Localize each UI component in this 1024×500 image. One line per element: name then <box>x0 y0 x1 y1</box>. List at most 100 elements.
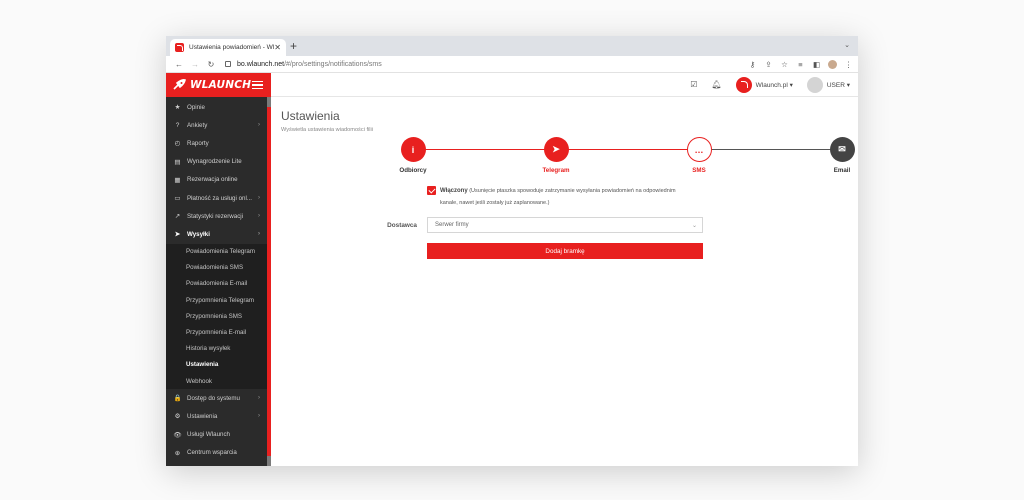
chevron-right-icon: › <box>258 213 260 220</box>
menu-icon[interactable]: ⋮ <box>844 60 853 69</box>
playlist-icon[interactable]: ≡ <box>796 60 805 69</box>
chevron-right-icon: › <box>258 195 260 202</box>
enabled-checkbox[interactable] <box>427 186 436 195</box>
sidebar-item-opinie[interactable]: ★ Opinie <box>166 98 267 116</box>
submenu-item-powiadomienia-e-mail[interactable]: Powiadomienia E-mail <box>166 276 267 292</box>
submenu-item-powiadomienia-sms[interactable]: Powiadomienia SMS <box>166 260 267 276</box>
step-label: Odbiorcy <box>399 167 427 174</box>
company-logo-icon <box>735 76 752 93</box>
hamburger-icon[interactable] <box>252 80 263 90</box>
step-sms[interactable]: … SMS <box>669 137 729 174</box>
sidebar-item-ankiety[interactable]: ? Ankiety › <box>166 116 267 134</box>
email-step-icon: ✉ <box>829 137 855 162</box>
sidebar-item-label: Płatność za usługi onl... <box>187 194 253 202</box>
tab-close-icon[interactable]: ✕ <box>274 43 281 52</box>
dostep-do-systemu-icon: 🔒 <box>173 395 182 403</box>
step-label: Email <box>833 167 851 174</box>
url-path: /#/pro/settings/notifications/sms <box>284 60 382 68</box>
sidebar-item-label: Wysyłki <box>187 230 210 238</box>
ankiety-icon: ? <box>175 121 180 129</box>
chevron-right-icon: › <box>258 231 260 238</box>
sidebar-item-statystyki-rezerwacji[interactable]: ↗ Statystyki rezerwacji › <box>166 207 267 225</box>
brand-logo[interactable]: WLAUNCH <box>190 79 251 91</box>
lock-icon <box>225 61 231 67</box>
sidebar-item-label: Rezerwacja online <box>187 176 238 184</box>
tasks-check-icon[interactable]: ☑ <box>690 80 697 89</box>
submenu-item-przypomnienia-telegram[interactable]: Przypomnienia Telegram <box>166 292 267 308</box>
sidebar: WLAUNCH ★ Opinie? Ankiety › ◴ Raporty ▤ Wynagro… <box>166 73 271 466</box>
odbiorcy-step-icon: i <box>400 137 426 162</box>
sidebar-item-label: Centrum wsparcia <box>187 449 237 457</box>
user-name: USER ▾ <box>826 81 850 89</box>
page-background: Ustawienia powiadomień - Wla ✕ + ⌄ ← → ↻… <box>0 0 1024 500</box>
sidebar-item-platnosc-za-uslugi-onl[interactable]: ▭ Płatność za usługi onl... › <box>166 189 267 207</box>
user-menu[interactable]: USER ▾ <box>806 76 850 93</box>
step-label: SMS <box>692 167 706 174</box>
statystyki-rezerwacji-icon: ↗ <box>174 213 181 221</box>
url-host: bo.wlaunch.net <box>237 60 285 68</box>
submenu-item-historia-wysylek[interactable]: Historia wysyłek <box>166 341 267 357</box>
uslugi-wlaunch-icon: 👁 <box>173 431 182 439</box>
submenu-item-przypomnienia-e-mail[interactable]: Przypomnienia E-mail <box>166 324 267 340</box>
sidebar-item-centrum-wsparcia[interactable]: ⊕ Centrum wsparcia <box>166 444 267 462</box>
favicon-icon <box>175 43 184 52</box>
share-icon[interactable]: ⇪ <box>764 60 773 69</box>
provider-select[interactable]: Serwer firmy ⌄ <box>427 217 703 233</box>
step-odbiorcy[interactable]: i Odbiorcy <box>383 137 443 174</box>
sidebar-item-ustawienia[interactable]: ⚙ Ustawienia › <box>166 407 267 425</box>
browser-tab[interactable]: Ustawienia powiadomień - Wla ✕ <box>170 39 286 56</box>
sidebar-item-label: Ustawienia <box>187 412 218 420</box>
browser-window: Ustawienia powiadomień - Wla ✕ + ⌄ ← → ↻… <box>166 36 858 466</box>
submenu-item-webhook[interactable]: Webhook <box>166 373 267 389</box>
enabled-label: Włączony <box>440 188 468 194</box>
reload-button[interactable]: ↻ <box>203 60 219 69</box>
step-label: Telegram <box>542 167 570 174</box>
back-button[interactable]: ← <box>171 60 187 69</box>
page-title: Ustawienia <box>281 109 340 123</box>
platnosc-za-uslugi-onl-icon: ▭ <box>174 195 181 203</box>
new-tab-button[interactable]: + <box>290 39 297 53</box>
sidebar-item-uslugi-wlaunch[interactable]: 👁 Usługi Wlaunch <box>166 426 267 444</box>
star-icon[interactable]: ☆ <box>780 60 789 69</box>
sidebar-item-label: Statystyki rezerwacji <box>187 212 244 220</box>
centrum-wsparcia-icon: ⊕ <box>174 449 181 457</box>
raporty-icon: ◴ <box>174 140 181 148</box>
sidebar-item-raporty[interactable]: ◴ Raporty <box>166 134 267 152</box>
profile-avatar[interactable] <box>828 59 837 69</box>
company-switcher[interactable]: Wlaunch.pl ▾ <box>735 76 793 93</box>
enabled-note-1: (Usunięcie ptaszka spowoduje zatrzymanie… <box>469 188 676 194</box>
sms-step-icon: … <box>686 137 712 162</box>
sidebar-item-rezerwacja-online[interactable]: ▦ Rezerwacja online <box>166 171 267 189</box>
main-content: Ustawienia Wyświetla ustawienia wiadomoś… <box>271 98 858 466</box>
forward-button[interactable]: → <box>187 60 203 69</box>
provider-value: Serwer firmy <box>435 222 469 228</box>
stepper: i Odbiorcy ➤ Telegram … SMS ✉ Email <box>271 137 858 182</box>
chevron-down-icon: ⌄ <box>691 222 697 229</box>
chevron-right-icon: › <box>258 413 260 420</box>
app-topbar: ☑ 🔔︎ Wlaunch.pl ▾ USER ▾ <box>271 73 858 97</box>
address-bar[interactable]: bo.wlaunch.net/#/pro/settings/notificati… <box>219 58 748 71</box>
sidebar-item-wynagrodzenie-lite[interactable]: ▤ Wynagrodzenie Lite <box>166 153 267 171</box>
submenu-item-powiadomienia-telegram[interactable]: Powiadomienia Telegram <box>166 244 267 260</box>
step-email[interactable]: ✉ Email <box>812 137 858 174</box>
app: WLAUNCH ★ Opinie? Ankiety › ◴ Raporty ▤ Wynagro… <box>166 73 858 466</box>
tab-search-icon[interactable]: ⌄ <box>844 41 850 49</box>
sidebar-item-label: Usługi Wlaunch <box>187 431 230 439</box>
submenu-item-przypomnienia-sms[interactable]: Przypomnienia SMS <box>166 308 267 324</box>
bell-icon[interactable]: 🔔︎ <box>711 80 721 89</box>
sidebar-item-dostep-do-systemu[interactable]: 🔒 Dostęp do systemu › <box>166 389 267 407</box>
sidebar-item-wysylki[interactable]: ➤ Wysyłki › <box>166 225 267 244</box>
enabled-text: Włączony (Usunięcie ptaszka spowoduje za… <box>427 186 707 209</box>
enabled-note-2: kanale, nawet jeśli zostały już zaplanow… <box>440 199 550 206</box>
chevron-right-icon: › <box>258 395 260 402</box>
company-name: Wlaunch.pl ▾ <box>755 81 793 89</box>
wynagrodzenie-lite-icon: ▤ <box>174 158 181 166</box>
key-icon[interactable]: ⚷ <box>748 60 757 69</box>
submenu-item-ustawienia[interactable]: Ustawienia <box>166 357 267 373</box>
enabled-row: Włączony (Usunięcie ptaszka spowoduje za… <box>427 186 707 209</box>
step-telegram[interactable]: ➤ Telegram <box>526 137 586 174</box>
rezerwacja-online-icon: ▦ <box>174 176 181 184</box>
sidebar-item-label: Raporty <box>187 139 209 147</box>
sidebar-icon[interactable]: ◧ <box>812 60 821 69</box>
add-gateway-button[interactable]: Dodaj bramkę <box>427 243 703 259</box>
